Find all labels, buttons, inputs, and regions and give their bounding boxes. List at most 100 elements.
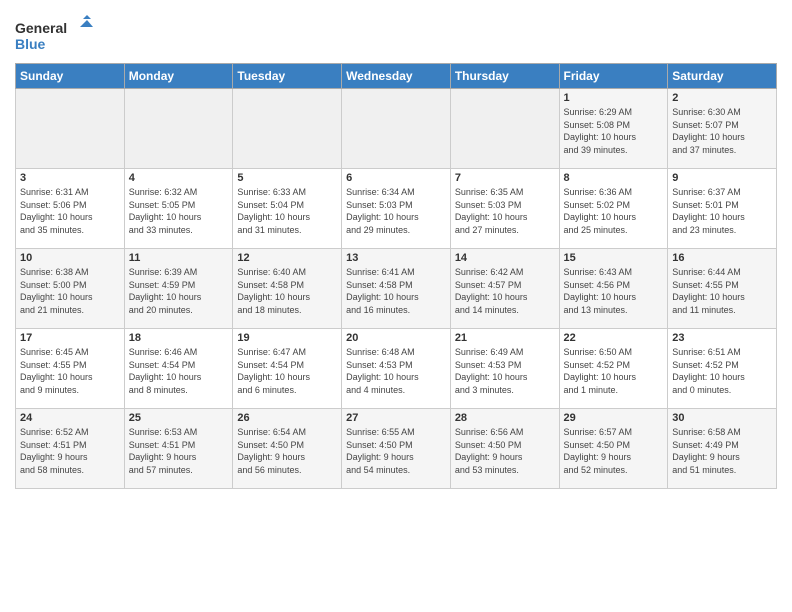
day-number: 24 <box>20 412 120 424</box>
calendar-week-row: 1 Sunrise: 6:29 AM Sunset: 5:08 PM Daylig… <box>16 89 777 169</box>
day-info: Sunrise: 6:44 AM Sunset: 4:55 PM Dayligh… <box>672 266 772 316</box>
day-number: 16 <box>672 252 772 264</box>
day-number: 12 <box>237 252 337 264</box>
day-info: Sunrise: 6:32 AM Sunset: 5:05 PM Dayligh… <box>129 186 229 236</box>
day-info: Sunrise: 6:31 AM Sunset: 5:06 PM Dayligh… <box>20 186 120 236</box>
day-info: Sunrise: 6:55 AM Sunset: 4:50 PM Dayligh… <box>346 426 446 476</box>
day-info: Sunrise: 6:29 AM Sunset: 5:08 PM Dayligh… <box>564 106 664 156</box>
day-info: Sunrise: 6:33 AM Sunset: 5:04 PM Dayligh… <box>237 186 337 236</box>
day-info: Sunrise: 6:36 AM Sunset: 5:02 PM Dayligh… <box>564 186 664 236</box>
calendar-cell: 14Sunrise: 6:42 AM Sunset: 4:57 PM Dayli… <box>450 249 559 329</box>
day-number: 21 <box>455 332 555 344</box>
day-number: 2 <box>672 92 772 104</box>
day-info: Sunrise: 6:52 AM Sunset: 4:51 PM Dayligh… <box>20 426 120 476</box>
calendar-week-row: 24 Sunrise: 6:52 AM Sunset: 4:51 PM Dayli… <box>16 409 777 489</box>
day-info: Sunrise: 6:37 AM Sunset: 5:01 PM Dayligh… <box>672 186 772 236</box>
day-number: 5 <box>237 172 337 184</box>
calendar-cell <box>450 89 559 169</box>
day-number: 17 <box>20 332 120 344</box>
calendar-cell <box>124 89 233 169</box>
weekday-header-monday: Monday <box>124 64 233 89</box>
calendar-cell: 13Sunrise: 6:41 AM Sunset: 4:58 PM Dayli… <box>342 249 451 329</box>
weekday-header-saturday: Saturday <box>668 64 777 89</box>
calendar-cell: 26 Sunrise: 6:54 AM Sunset: 4:50 PM Dayli… <box>233 409 342 489</box>
day-info: Sunrise: 6:42 AM Sunset: 4:57 PM Dayligh… <box>455 266 555 316</box>
day-info: Sunrise: 6:54 AM Sunset: 4:50 PM Dayligh… <box>237 426 337 476</box>
day-number: 22 <box>564 332 664 344</box>
calendar-cell: 5 Sunrise: 6:33 AM Sunset: 5:04 PM Daylig… <box>233 169 342 249</box>
calendar-cell: 25Sunrise: 6:53 AM Sunset: 4:51 PM Dayli… <box>124 409 233 489</box>
calendar-week-row: 10 Sunrise: 6:38 AM Sunset: 5:00 PM Dayli… <box>16 249 777 329</box>
day-number: 23 <box>672 332 772 344</box>
calendar-cell: 15Sunrise: 6:43 AM Sunset: 4:56 PM Dayli… <box>559 249 668 329</box>
svg-text:General: General <box>15 20 67 36</box>
day-info: Sunrise: 6:45 AM Sunset: 4:55 PM Dayligh… <box>20 346 120 396</box>
calendar-cell: 30 Sunrise: 6:58 AM Sunset: 4:49 PM Dayli… <box>668 409 777 489</box>
header: General Blue <box>15 10 777 55</box>
day-info: Sunrise: 6:35 AM Sunset: 5:03 PM Dayligh… <box>455 186 555 236</box>
day-number: 4 <box>129 172 229 184</box>
day-info: Sunrise: 6:58 AM Sunset: 4:49 PM Dayligh… <box>672 426 772 476</box>
calendar-week-row: 3 Sunrise: 6:31 AM Sunset: 5:06 PM Daylig… <box>16 169 777 249</box>
day-number: 1 <box>564 92 664 104</box>
day-number: 26 <box>237 412 337 424</box>
calendar-cell: 17 Sunrise: 6:45 AM Sunset: 4:55 PM Dayli… <box>16 329 125 409</box>
calendar-cell: 16 Sunrise: 6:44 AM Sunset: 4:55 PM Dayli… <box>668 249 777 329</box>
day-number: 20 <box>346 332 446 344</box>
calendar-cell: 6 Sunrise: 6:34 AM Sunset: 5:03 PM Daylig… <box>342 169 451 249</box>
day-info: Sunrise: 6:47 AM Sunset: 4:54 PM Dayligh… <box>237 346 337 396</box>
calendar-cell: 9 Sunrise: 6:37 AM Sunset: 5:01 PM Daylig… <box>668 169 777 249</box>
day-info: Sunrise: 6:51 AM Sunset: 4:52 PM Dayligh… <box>672 346 772 396</box>
calendar-cell: 28Sunrise: 6:56 AM Sunset: 4:50 PM Dayli… <box>450 409 559 489</box>
calendar-cell: 8 Sunrise: 6:36 AM Sunset: 5:02 PM Daylig… <box>559 169 668 249</box>
calendar-cell: 4 Sunrise: 6:32 AM Sunset: 5:05 PM Daylig… <box>124 169 233 249</box>
day-number: 13 <box>346 252 446 264</box>
day-number: 11 <box>129 252 229 264</box>
day-info: Sunrise: 6:49 AM Sunset: 4:53 PM Dayligh… <box>455 346 555 396</box>
day-number: 30 <box>672 412 772 424</box>
day-number: 19 <box>237 332 337 344</box>
day-number: 9 <box>672 172 772 184</box>
day-info: Sunrise: 6:30 AM Sunset: 5:07 PM Dayligh… <box>672 106 772 156</box>
calendar-cell: 29Sunrise: 6:57 AM Sunset: 4:50 PM Dayli… <box>559 409 668 489</box>
calendar-cell: 27 Sunrise: 6:55 AM Sunset: 4:50 PM Dayli… <box>342 409 451 489</box>
day-number: 3 <box>20 172 120 184</box>
calendar-cell: 12 Sunrise: 6:40 AM Sunset: 4:58 PM Dayli… <box>233 249 342 329</box>
calendar-cell: 11Sunrise: 6:39 AM Sunset: 4:59 PM Dayli… <box>124 249 233 329</box>
calendar-cell: 21 Sunrise: 6:49 AM Sunset: 4:53 PM Dayli… <box>450 329 559 409</box>
day-number: 27 <box>346 412 446 424</box>
calendar-cell: 3 Sunrise: 6:31 AM Sunset: 5:06 PM Daylig… <box>16 169 125 249</box>
day-info: Sunrise: 6:40 AM Sunset: 4:58 PM Dayligh… <box>237 266 337 316</box>
calendar-cell: 23 Sunrise: 6:51 AM Sunset: 4:52 PM Dayli… <box>668 329 777 409</box>
weekday-header-row: SundayMondayTuesdayWednesdayThursdayFrid… <box>16 64 777 89</box>
day-info: Sunrise: 6:38 AM Sunset: 5:00 PM Dayligh… <box>20 266 120 316</box>
day-number: 8 <box>564 172 664 184</box>
calendar-cell: 2 Sunrise: 6:30 AM Sunset: 5:07 PM Daylig… <box>668 89 777 169</box>
logo: General Blue <box>15 15 95 55</box>
calendar-cell: 10 Sunrise: 6:38 AM Sunset: 5:00 PM Dayli… <box>16 249 125 329</box>
day-number: 18 <box>129 332 229 344</box>
svg-text:Blue: Blue <box>15 36 46 52</box>
calendar-cell <box>16 89 125 169</box>
day-number: 10 <box>20 252 120 264</box>
calendar-cell <box>342 89 451 169</box>
day-number: 6 <box>346 172 446 184</box>
calendar-cell: 19 Sunrise: 6:47 AM Sunset: 4:54 PM Dayli… <box>233 329 342 409</box>
day-number: 25 <box>129 412 229 424</box>
weekday-header-thursday: Thursday <box>450 64 559 89</box>
calendar-cell: 20 Sunrise: 6:48 AM Sunset: 4:53 PM Dayli… <box>342 329 451 409</box>
weekday-header-wednesday: Wednesday <box>342 64 451 89</box>
weekday-header-tuesday: Tuesday <box>233 64 342 89</box>
calendar-cell: 24 Sunrise: 6:52 AM Sunset: 4:51 PM Dayli… <box>16 409 125 489</box>
calendar-cell: 18Sunrise: 6:46 AM Sunset: 4:54 PM Dayli… <box>124 329 233 409</box>
calendar-week-row: 17 Sunrise: 6:45 AM Sunset: 4:55 PM Dayli… <box>16 329 777 409</box>
calendar-cell <box>233 89 342 169</box>
day-number: 29 <box>564 412 664 424</box>
calendar-body: 1 Sunrise: 6:29 AM Sunset: 5:08 PM Daylig… <box>16 89 777 489</box>
day-info: Sunrise: 6:34 AM Sunset: 5:03 PM Dayligh… <box>346 186 446 236</box>
day-info: Sunrise: 6:48 AM Sunset: 4:53 PM Dayligh… <box>346 346 446 396</box>
weekday-header-friday: Friday <box>559 64 668 89</box>
day-info: Sunrise: 6:43 AM Sunset: 4:56 PM Dayligh… <box>564 266 664 316</box>
weekday-header-sunday: Sunday <box>16 64 125 89</box>
day-number: 7 <box>455 172 555 184</box>
